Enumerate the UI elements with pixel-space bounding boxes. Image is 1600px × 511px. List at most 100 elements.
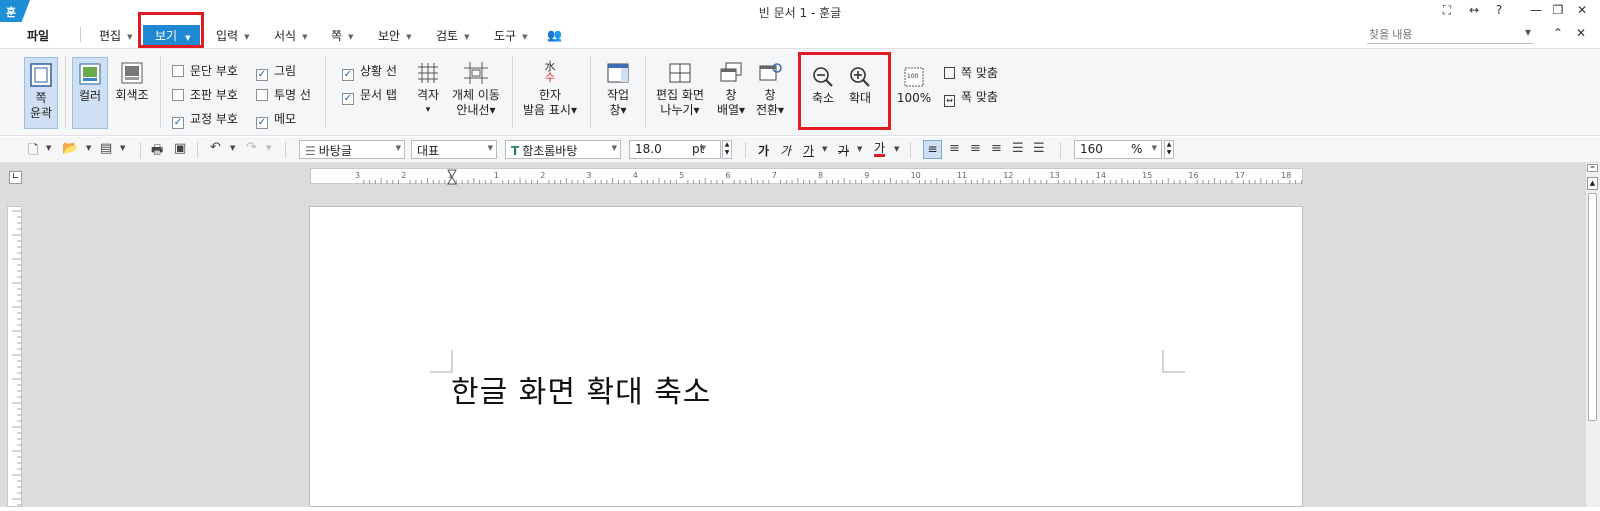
open-folder-icon[interactable]: 📂 (62, 141, 78, 156)
vertical-ruler[interactable] (7, 206, 22, 507)
ruler-label: 4 (633, 171, 638, 180)
window-arrange-button[interactable]: 창 배열▾ (714, 61, 748, 118)
fit-page-button[interactable]: 쪽 맞춤 (944, 64, 998, 81)
close-icon[interactable]: ✕ (1573, 3, 1591, 17)
memo-checkbox[interactable]: ✓ 메모 (256, 110, 296, 129)
italic-button[interactable]: 가 (780, 142, 791, 159)
ribbon-divider (645, 56, 646, 128)
print-icon[interactable]: 🖶 (151, 141, 163, 163)
print-preview-icon[interactable]: ▣ (174, 141, 186, 156)
margin-corner-right (1162, 350, 1185, 373)
split-view-icon (669, 63, 691, 83)
font-color-button[interactable]: 가 (874, 142, 886, 157)
color-view-button[interactable]: 컬러 (72, 57, 108, 129)
font-select[interactable]: T 함초롬바탕 ▼ (505, 140, 621, 159)
page-outline-button[interactable]: 쪽 윤곽 (24, 57, 58, 129)
hanja-pronunciation-button[interactable]: 水수 한자 발음 표시▾ (518, 61, 582, 118)
fullscreen-icon[interactable]: ⛶ (1438, 3, 1456, 18)
collapse-ribbon-icon[interactable]: ⌃ (1553, 26, 1563, 40)
menu-file[interactable]: 파일 (27, 27, 49, 44)
bold-button[interactable]: 가 (758, 142, 769, 159)
chevron-down-icon[interactable]: ▼ (857, 145, 862, 153)
toolbar-divider (140, 142, 141, 158)
chevron-down-icon[interactable]: ▼ (120, 144, 125, 152)
restore-icon[interactable]: ❐ (1549, 3, 1567, 17)
style-value: 바탕글 (318, 144, 352, 158)
ruler-label: 16 (1188, 171, 1198, 180)
window-title: 빈 문서 1 - 훈글 (758, 6, 842, 20)
align-distribute-icon[interactable]: ☰ (1012, 141, 1024, 156)
chevron-down-icon[interactable]: ▼ (894, 145, 899, 153)
strikethrough-button[interactable]: 가 (838, 142, 849, 159)
transparent-line-checkbox[interactable]: 투명 선 (256, 86, 311, 103)
split-view-button[interactable]: 편집 화면 나누기▾ (652, 61, 708, 118)
font-size-stepper[interactable]: ▲ ▼ (722, 140, 732, 159)
resize-icon[interactable]: ↔ (1465, 3, 1483, 17)
proof-mark-label: 교정 부호 (190, 112, 238, 126)
close-doc-icon[interactable]: ✕ (1576, 26, 1586, 40)
menu-page[interactable]: 쪽 ▼ (331, 27, 353, 44)
menu-format[interactable]: 서식 ▼ (274, 27, 307, 44)
grayscale-view-button[interactable]: 회색조 (112, 61, 152, 103)
align-left-icon[interactable]: ≡ (949, 141, 960, 156)
align-right-icon[interactable]: ≡ (991, 141, 1002, 156)
window-switch-button[interactable]: 창 전환▾ (753, 61, 787, 118)
search-input[interactable] (1367, 26, 1533, 44)
align-justify-icon[interactable]: ≡ (923, 140, 942, 159)
work-window-button[interactable]: 작업 창▾ (598, 61, 638, 118)
redo-icon[interactable]: ↷ (246, 140, 257, 155)
zoom-100-button[interactable]: 100 100% (896, 66, 932, 106)
picture-checkbox[interactable]: ✓ 그림 (256, 62, 296, 81)
proof-mark-checkbox[interactable]: ✓ 교정 부호 (172, 110, 238, 129)
menu-security[interactable]: 보안 ▼ (378, 27, 411, 44)
underline-button[interactable]: 가 (803, 142, 814, 159)
user-icon[interactable]: 👥 (547, 28, 562, 42)
doc-tab-checkbox[interactable]: ✓ 문서 탭 (342, 86, 397, 105)
document-page[interactable] (309, 206, 1303, 507)
chevron-down-icon: ▼ (127, 32, 133, 41)
grayscale-view-label: 회색조 (115, 88, 149, 102)
chevron-down-icon[interactable]: ▼ (822, 145, 827, 153)
chevron-down-icon[interactable]: ▼ (230, 144, 235, 152)
ribbon-divider (325, 56, 326, 128)
menu-edit[interactable]: 편집 ▼ (99, 27, 132, 44)
document-text[interactable]: 한글 화면 확대 축소 (451, 367, 711, 411)
scrollbar-thumb[interactable] (1588, 193, 1597, 421)
paragraph-mark-checkbox[interactable]: 문단 부호 (172, 62, 238, 79)
ruler-label: 2 (540, 171, 545, 180)
chevron-down-icon[interactable]: ▼ (266, 144, 271, 152)
checkbox-box (172, 65, 184, 77)
fit-width-button[interactable]: ↔ 폭 맞춤 (944, 88, 998, 107)
minimize-icon[interactable]: — (1527, 3, 1545, 17)
style-select[interactable]: ☰ 바탕글 ▼ (299, 140, 405, 159)
representative-select[interactable]: 대표 ▼ (411, 140, 497, 159)
save-icon[interactable]: ▤ (100, 141, 112, 156)
horizontal-ruler[interactable]: 3 2 1 1 2 3 4 5 6 7 8 9 10 11 12 13 14 15 16 17 18 (310, 168, 1326, 185)
grid-button[interactable]: 격자 ▾ (412, 61, 444, 118)
check-icon: ✓ (342, 69, 354, 81)
font-size-input[interactable]: 18.0 pt ▼ (629, 140, 721, 159)
chevron-down-icon[interactable]: ▼ (86, 144, 91, 152)
split-handle-icon[interactable]: ═ (1587, 164, 1598, 172)
align-divide-icon[interactable]: ☰ (1033, 141, 1045, 156)
scroll-up-icon[interactable]: ▲ (1587, 177, 1598, 190)
object-move-guide-button[interactable]: 개체 이동 안내선▾ (450, 61, 502, 118)
color-view-icon (79, 63, 101, 85)
zoom-100-icon: 100 (904, 67, 924, 87)
align-center-icon[interactable]: ≡ (970, 141, 981, 156)
zoom-unit: % (1131, 142, 1143, 156)
help-icon[interactable]: ? (1490, 3, 1508, 17)
check-icon: ✓ (172, 117, 184, 129)
menu-input[interactable]: 입력 ▼ (216, 27, 249, 44)
zoom-input[interactable]: 160% ▼ (1074, 140, 1162, 159)
font-value: 함초롬바탕 (522, 144, 578, 158)
menu-tools[interactable]: 도구 ▼ (494, 27, 527, 44)
chevron-down-icon[interactable]: ▼ (46, 144, 51, 152)
new-document-icon[interactable]: 🗋 (28, 141, 38, 163)
undo-icon[interactable]: ↶ (210, 140, 221, 155)
menu-review[interactable]: 검토 ▼ (436, 27, 469, 44)
layout-mark-checkbox[interactable]: 조판 부호 (172, 86, 238, 103)
zoom-stepper[interactable]: ▲ ▼ (1164, 140, 1174, 159)
status-line-checkbox[interactable]: ✓ 상황 선 (342, 62, 397, 81)
tab-stop-icon[interactable]: ∟ (9, 171, 22, 184)
